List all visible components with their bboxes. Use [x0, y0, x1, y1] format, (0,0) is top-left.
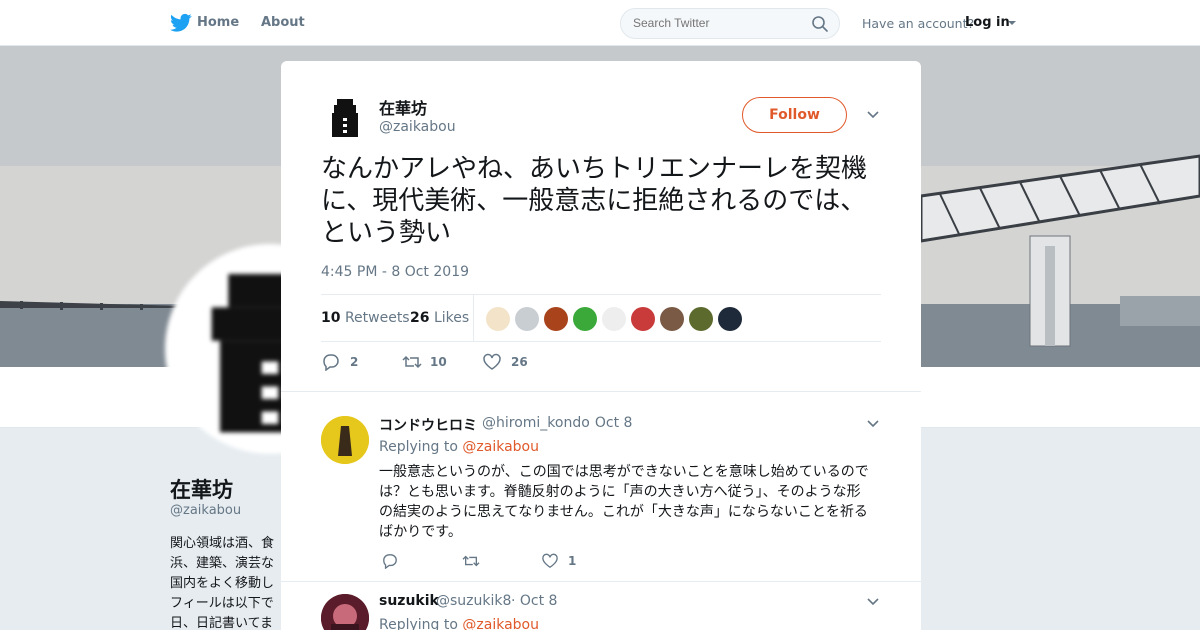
heart-icon — [542, 553, 558, 569]
liker-avatar[interactable] — [486, 307, 510, 331]
retweets-stat[interactable]: 10 Retweets — [321, 310, 410, 326]
reply-date[interactable]: · Oct 8 — [511, 593, 557, 609]
retweets-label: Retweets — [344, 310, 410, 326]
tweet-modal: 在華坊 @zaikabou Follow なんかアレやね、あいちトリエンナーレを… — [281, 61, 921, 630]
liker-avatar[interactable] — [660, 307, 684, 331]
tweet-timestamp[interactable]: 4:45 PM - 8 Oct 2019 — [321, 264, 469, 280]
tweet-text: なんかアレやね、あいちトリエンナーレを契機に、現代美術、一般意志に拒絶されるので… — [321, 154, 868, 248]
chevron-down-icon[interactable] — [867, 420, 879, 428]
follow-button[interactable]: Follow — [742, 97, 847, 133]
liker-avatar[interactable] — [573, 307, 597, 331]
author-name[interactable]: 在華坊 — [379, 95, 427, 119]
replies-section: コンドウヒロミ @hiromi_kondo · Oct 8 Replying t… — [281, 391, 921, 630]
reply-text: 一般意志というのが、この国では思考ができないことを意味し始めているのでは？とも思… — [379, 464, 869, 540]
likes-stat[interactable]: 26 Likes — [410, 310, 469, 326]
reply-author-name[interactable]: suzukik — [379, 593, 439, 609]
reply-like-count: 1 — [568, 554, 577, 568]
reply-icon — [323, 354, 339, 371]
reply-avatar[interactable] — [321, 594, 369, 630]
tweet-stats: 10 Retweets 26 Likes — [321, 294, 881, 342]
reply-like-action[interactable]: 1 — [541, 553, 576, 571]
like-count: 26 — [511, 355, 528, 369]
stats-divider — [473, 295, 474, 342]
reply-separator — [281, 581, 921, 582]
liker-avatar[interactable] — [515, 307, 539, 331]
reply-reply-action[interactable] — [381, 553, 399, 571]
author-avatar[interactable] — [321, 93, 369, 141]
liker-avatar[interactable] — [718, 307, 742, 331]
reply-count: 2 — [350, 355, 359, 369]
heart-icon — [483, 353, 501, 370]
likes-label: Likes — [433, 310, 470, 326]
reply-retweet-action[interactable] — [461, 553, 481, 571]
liker-avatar[interactable] — [631, 307, 655, 331]
close-icon[interactable] — [1154, 12, 1178, 36]
liker-avatar[interactable] — [544, 307, 568, 331]
author-handle[interactable]: @zaikabou — [379, 119, 456, 135]
chevron-down-icon[interactable] — [867, 111, 879, 119]
retweet-count: 10 — [430, 355, 447, 369]
chevron-down-icon[interactable] — [867, 598, 879, 606]
reply-author-handle[interactable]: @suzukik8 — [436, 593, 511, 609]
retweets-count: 10 — [321, 310, 341, 326]
liker-avatar[interactable] — [602, 307, 626, 331]
likes-count: 26 — [410, 310, 430, 326]
tweet-actions: 2 10 26 — [321, 352, 881, 374]
retweet-icon — [402, 355, 422, 369]
reply-author-handle[interactable]: @hiromi_kondo — [482, 415, 590, 431]
replying-to: Replying to @zaikabou — [379, 439, 539, 455]
replying-to-prefix: Replying to — [379, 617, 458, 630]
replying-to-handle[interactable]: @zaikabou — [462, 617, 539, 630]
reply-icon — [383, 554, 397, 570]
retweet-icon — [462, 555, 480, 567]
reply-avatar[interactable] — [321, 416, 369, 464]
reply-author-name[interactable]: コンドウヒロミ — [379, 415, 477, 435]
replying-to-prefix: Replying to — [379, 439, 458, 455]
liker-avatar[interactable] — [689, 307, 713, 331]
reply-date[interactable]: · Oct 8 — [586, 415, 632, 431]
replying-to-handle[interactable]: @zaikabou — [462, 439, 539, 455]
replying-to: Replying to @zaikabou — [379, 617, 539, 630]
